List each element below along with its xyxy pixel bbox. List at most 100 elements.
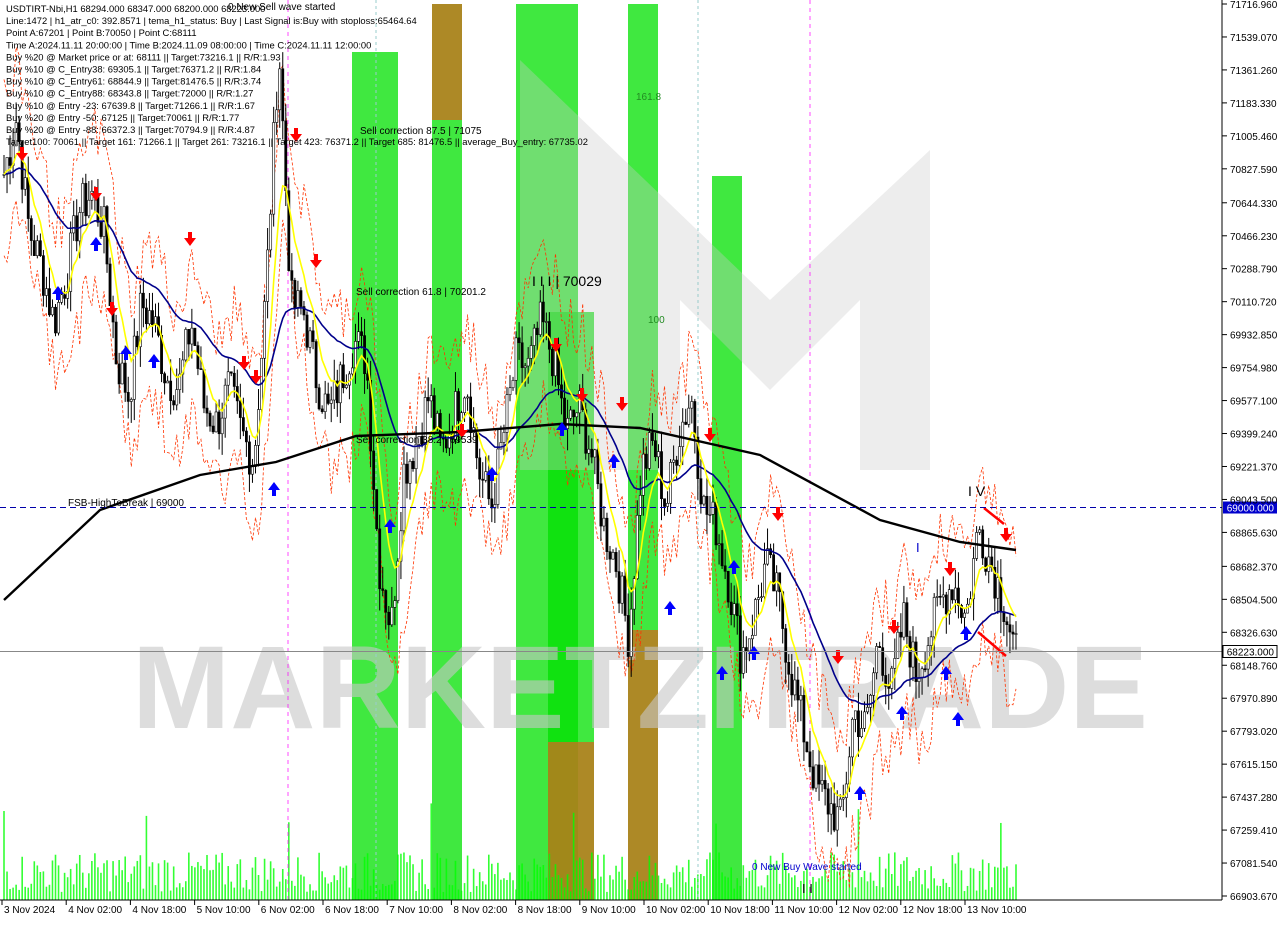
bull-candle[interactable] — [841, 797, 845, 800]
bull-candle[interactable] — [1014, 633, 1018, 635]
bull-candle[interactable] — [120, 362, 124, 385]
bear-candle[interactable] — [699, 478, 703, 505]
bear-candle[interactable] — [48, 288, 51, 316]
bear-candle[interactable] — [826, 788, 830, 815]
bear-candle[interactable] — [957, 587, 960, 606]
bear-candle[interactable] — [63, 294, 66, 299]
bull-candle[interactable] — [593, 449, 597, 458]
bull-candle[interactable] — [929, 636, 933, 646]
bull-candle[interactable] — [657, 451, 660, 458]
bear-candle[interactable] — [187, 329, 191, 345]
bear-candle[interactable] — [675, 459, 679, 466]
bear-candle[interactable] — [384, 590, 388, 613]
bull-candle[interactable] — [602, 517, 606, 527]
bull-candle[interactable] — [538, 301, 542, 336]
bull-candle[interactable] — [681, 421, 685, 447]
bear-candle[interactable] — [551, 348, 554, 377]
bull-candle[interactable] — [175, 389, 179, 406]
bear-candle[interactable] — [205, 407, 209, 414]
bear-candle[interactable] — [211, 425, 215, 433]
bull-candle[interactable] — [402, 463, 406, 532]
bull-candle[interactable] — [829, 803, 833, 815]
bull-candle[interactable] — [747, 638, 751, 652]
bull-candle[interactable] — [226, 371, 230, 386]
bear-candle[interactable] — [805, 741, 809, 753]
bull-candle[interactable] — [220, 417, 224, 435]
bear-candle[interactable] — [238, 400, 242, 418]
bear-candle[interactable] — [305, 314, 309, 348]
bear-candle[interactable] — [605, 517, 609, 552]
bear-candle[interactable] — [426, 397, 430, 402]
bull-candle[interactable] — [463, 397, 466, 413]
bull-candle[interactable] — [266, 249, 270, 302]
bear-candle[interactable] — [151, 310, 154, 326]
bull-candle[interactable] — [269, 213, 273, 251]
bear-candle[interactable] — [663, 498, 666, 507]
bear-candle[interactable] — [375, 489, 379, 530]
bear-candle[interactable] — [387, 611, 391, 626]
bull-candle[interactable] — [414, 443, 418, 470]
bear-candle[interactable] — [714, 501, 718, 546]
bull-candle[interactable] — [875, 646, 879, 674]
bull-candle[interactable] — [508, 387, 512, 396]
bull-candle[interactable] — [766, 548, 769, 565]
bear-candle[interactable] — [878, 646, 882, 648]
bear-candle[interactable] — [787, 661, 791, 675]
bear-candle[interactable] — [608, 551, 612, 560]
bull-candle[interactable] — [820, 780, 824, 785]
bull-candle[interactable] — [672, 459, 676, 463]
bull-candle[interactable] — [569, 409, 572, 419]
bear-candle[interactable] — [193, 327, 197, 346]
bear-candle[interactable] — [317, 387, 321, 410]
bull-candle[interactable] — [278, 68, 282, 111]
bull-candle[interactable] — [890, 667, 894, 689]
bear-candle[interactable] — [108, 263, 112, 307]
bear-candle[interactable] — [723, 565, 727, 572]
bull-candle[interactable] — [941, 594, 945, 598]
bull-candle[interactable] — [390, 607, 394, 626]
bull-candle[interactable] — [354, 341, 357, 369]
bear-candle[interactable] — [547, 321, 551, 350]
bull-candle[interactable] — [51, 306, 54, 316]
bull-candle[interactable] — [514, 337, 518, 381]
bear-candle[interactable] — [481, 478, 485, 481]
bear-candle[interactable] — [644, 453, 648, 469]
bull-candle[interactable] — [702, 495, 706, 505]
bull-candle[interactable] — [357, 331, 360, 342]
bear-candle[interactable] — [229, 371, 233, 374]
bear-candle[interactable] — [117, 363, 121, 385]
bear-candle[interactable] — [432, 395, 436, 429]
bear-candle[interactable] — [790, 673, 794, 696]
bear-candle[interactable] — [208, 412, 212, 427]
bull-candle[interactable] — [708, 514, 712, 516]
bull-candle[interactable] — [466, 396, 469, 399]
bear-candle[interactable] — [832, 803, 836, 831]
bull-candle[interactable] — [893, 658, 897, 669]
bull-candle[interactable] — [81, 183, 85, 213]
bear-candle[interactable] — [41, 255, 45, 296]
bear-candle[interactable] — [372, 450, 376, 490]
bull-candle[interactable] — [954, 587, 957, 601]
bear-candle[interactable] — [360, 331, 363, 336]
bull-candle[interactable] — [647, 432, 651, 469]
bull-candle[interactable] — [872, 672, 875, 696]
bull-candle[interactable] — [393, 600, 397, 608]
bull-candle[interactable] — [963, 612, 966, 618]
bull-candle[interactable] — [987, 556, 991, 572]
bear-candle[interactable] — [923, 668, 927, 671]
bear-candle[interactable] — [293, 280, 297, 309]
bear-candle[interactable] — [114, 321, 118, 365]
bull-candle[interactable] — [251, 466, 254, 475]
bear-candle[interactable] — [478, 457, 482, 480]
bear-candle[interactable] — [99, 221, 103, 237]
bull-candle[interactable] — [866, 707, 869, 713]
bull-candle[interactable] — [329, 399, 333, 404]
bull-candle[interactable] — [838, 798, 842, 808]
bull-candle[interactable] — [850, 718, 854, 758]
bear-candle[interactable] — [84, 183, 88, 217]
bull-candle[interactable] — [166, 380, 170, 384]
bear-candle[interactable] — [905, 602, 909, 637]
bull-candle[interactable] — [854, 710, 857, 720]
bull-candle[interactable] — [575, 412, 579, 418]
bear-candle[interactable] — [232, 372, 236, 387]
